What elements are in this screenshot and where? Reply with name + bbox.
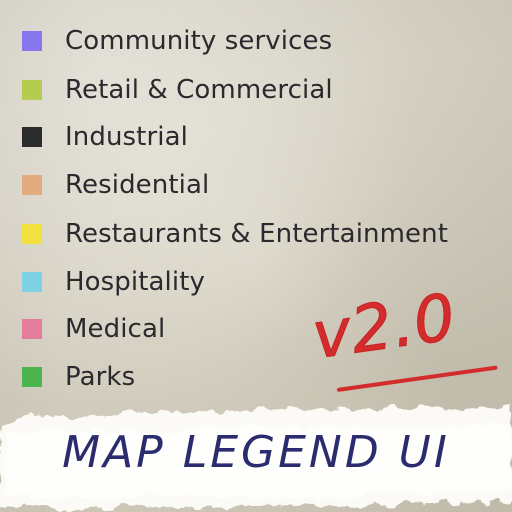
legend-swatch-restaurants-entertainment (22, 224, 42, 244)
legend-swatch-parks (22, 367, 42, 387)
legend-label-medical: Medical (65, 314, 166, 344)
legend-label-industrial: Industrial (65, 122, 188, 152)
legend-label-parks: Parks (65, 362, 136, 392)
legend-item-parks: Parks (22, 357, 135, 397)
legend-item-industrial: Industrial (22, 117, 188, 157)
banner-title: MAP LEGEND UI (62, 427, 450, 478)
legend-swatch-hospitality (22, 272, 42, 292)
legend-swatch-retail-commercial (22, 80, 42, 100)
legend-swatch-industrial (22, 127, 42, 147)
legend-item-retail-commercial: Retail & Commercial (22, 70, 333, 110)
legend-label-retail-commercial: Retail & Commercial (65, 75, 333, 105)
legend-item-restaurants-entertainment: Restaurants & Entertainment (22, 214, 448, 254)
legend-label-residential: Residential (65, 170, 210, 200)
legend-swatch-residential (22, 175, 42, 195)
legend-item-community-services: Community services (22, 21, 332, 61)
legend-label-community-services: Community services (65, 26, 333, 56)
legend-swatch-community-services (22, 31, 42, 51)
legend-item-residential: Residential (22, 165, 209, 205)
legend-swatch-medical (22, 319, 42, 339)
legend-item-hospitality: Hospitality (22, 262, 205, 302)
legend-label-restaurants-entertainment: Restaurants & Entertainment (65, 219, 449, 249)
legend-label-hospitality: Hospitality (65, 267, 205, 297)
legend-item-medical: Medical (22, 309, 165, 349)
